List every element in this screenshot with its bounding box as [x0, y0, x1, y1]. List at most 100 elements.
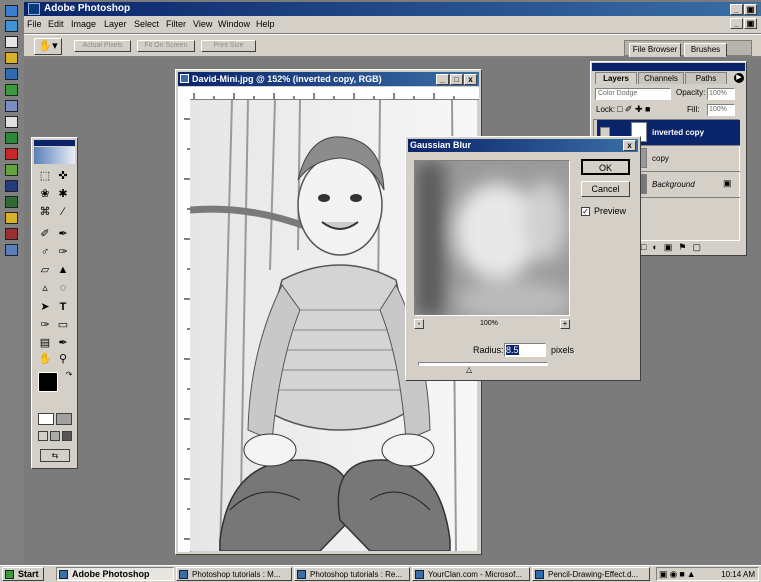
tray-icons[interactable]: ▣◉■▲: [659, 569, 698, 579]
quickmask-mode-icon[interactable]: [56, 413, 72, 425]
actual-pixels-button[interactable]: Actual Pixels: [74, 40, 131, 52]
minimize-button[interactable]: _: [730, 4, 743, 15]
menu-image[interactable]: Image: [71, 19, 96, 29]
tool-preset-picker[interactable]: ✋▾: [34, 38, 62, 55]
gaussian-blur-title-bar: Gaussian Blur x: [408, 139, 638, 152]
zoom-out-button[interactable]: -: [414, 319, 424, 329]
task-photoshop[interactable]: Adobe Photoshop: [56, 567, 174, 581]
fit-on-screen-button[interactable]: Fit On Screen: [137, 40, 195, 52]
history-brush-icon[interactable]: ✑: [56, 245, 70, 259]
task-tutorials-1[interactable]: Photoshop tutorials : M...: [176, 567, 292, 581]
blur-preview[interactable]: [414, 160, 570, 316]
publisher-icon[interactable]: [5, 132, 18, 144]
radius-slider-track[interactable]: [418, 362, 548, 366]
tab-channels[interactable]: Channels: [638, 72, 684, 84]
slice-tool-icon[interactable]: ∕: [56, 205, 70, 219]
menu-edit[interactable]: Edit: [48, 19, 64, 29]
fill-field[interactable]: 100%: [707, 104, 735, 116]
tab-file-browser[interactable]: File Browser: [629, 43, 681, 57]
radius-unit: pixels: [551, 345, 575, 355]
healing-brush-icon[interactable]: ✐: [38, 227, 52, 241]
foreground-color-swatch[interactable]: [38, 372, 58, 392]
tab-layers[interactable]: Layers: [595, 72, 637, 84]
opacity-field[interactable]: 100%: [707, 88, 735, 100]
tab-brushes[interactable]: Brushes: [684, 43, 727, 57]
brush-tool-icon[interactable]: ✒: [56, 227, 70, 241]
pencil-icon[interactable]: [5, 228, 18, 240]
cancel-button[interactable]: Cancel: [581, 181, 630, 197]
preview-zoom-label: 100%: [480, 320, 498, 327]
screen-mode-3-icon[interactable]: [62, 431, 72, 441]
eyedropper-icon[interactable]: ✒: [56, 336, 70, 350]
preview-checkbox[interactable]: ✓: [581, 207, 590, 216]
app-title-bar: Adobe Photoshop _ ▣: [24, 2, 761, 16]
menu-layer[interactable]: Layer: [104, 19, 127, 29]
marquee-tool-icon[interactable]: ⬚: [38, 169, 52, 183]
dodge-tool-icon[interactable]: ◌: [56, 281, 70, 295]
standard-mode-icon[interactable]: [38, 413, 54, 425]
menu-view[interactable]: View: [193, 19, 212, 29]
excel-icon[interactable]: [5, 84, 18, 96]
zoom-tool-icon[interactable]: ⚲: [56, 352, 70, 366]
network-icon[interactable]: [5, 100, 18, 112]
acrobat-icon[interactable]: [5, 148, 18, 160]
app-icon[interactable]: [5, 36, 18, 48]
app2-icon[interactable]: [5, 196, 18, 208]
ok-button[interactable]: OK: [581, 159, 630, 175]
radius-input[interactable]: 8.5: [504, 343, 546, 357]
task-label: Adobe Photoshop: [72, 569, 150, 579]
clone-stamp-icon[interactable]: ♂: [38, 245, 52, 259]
doc-close-button[interactable]: x: [464, 74, 477, 85]
restore-button[interactable]: ▣: [744, 4, 757, 15]
blend-mode-select[interactable]: Color Dodge: [595, 88, 671, 100]
jump-to-imageready-icon[interactable]: ⇆: [40, 449, 70, 462]
crop-tool-icon[interactable]: ⌘: [38, 205, 52, 219]
outlook-icon[interactable]: [5, 116, 18, 128]
doc-maximize-button[interactable]: □: [450, 74, 463, 85]
folder-icon[interactable]: [5, 52, 18, 64]
task-yourclan[interactable]: YourClan.com - Microsof...: [412, 567, 530, 581]
menu-filter[interactable]: Filter: [166, 19, 186, 29]
paint-bucket-icon[interactable]: ▲: [56, 263, 70, 277]
eraser-tool-icon[interactable]: ▱: [38, 263, 52, 277]
menu-help[interactable]: Help: [256, 19, 275, 29]
palette-menu-icon[interactable]: ▶: [734, 73, 744, 83]
word-icon[interactable]: [5, 68, 18, 80]
menu-file[interactable]: File: [27, 19, 42, 29]
move-tool-icon[interactable]: ✜: [56, 169, 70, 183]
tab-paths[interactable]: Paths: [685, 72, 727, 84]
photoshop-shortcut-icon[interactable]: [5, 180, 18, 192]
globe-icon[interactable]: [5, 20, 18, 32]
adobe-online-icon[interactable]: [34, 147, 75, 164]
pen-tool-icon[interactable]: ✑: [38, 318, 52, 332]
ie-icon[interactable]: [5, 5, 18, 17]
type-tool-icon[interactable]: T: [56, 300, 70, 314]
dialog-close-button[interactable]: x: [623, 140, 636, 151]
screen-mode-1-icon[interactable]: [38, 431, 48, 441]
lock-icons[interactable]: □ ✐ ✚ ■: [617, 104, 650, 115]
lasso-tool-icon[interactable]: ❀: [38, 187, 52, 201]
swap-colors-icon[interactable]: ↷: [62, 368, 76, 382]
doc-restore-button[interactable]: ▣: [744, 18, 757, 29]
screen-mode-2-icon[interactable]: [50, 431, 60, 441]
zoom-in-button[interactable]: +: [560, 319, 570, 329]
doc-minimize-button[interactable]: _: [436, 74, 449, 85]
start-button[interactable]: Start: [2, 567, 44, 581]
path-selection-icon[interactable]: ➤: [38, 300, 52, 314]
messenger-icon[interactable]: [5, 164, 18, 176]
shape-tool-icon[interactable]: ▭: [56, 318, 70, 332]
users-icon[interactable]: [5, 212, 18, 224]
task-pencil-drawing[interactable]: Pencil-Drawing-Effect.d...: [532, 567, 650, 581]
doc-minimize-button[interactable]: _: [730, 18, 743, 29]
print-size-button[interactable]: Print Size: [201, 40, 256, 52]
notes-tool-icon[interactable]: ▤: [38, 336, 52, 350]
document-icon[interactable]: [5, 244, 18, 256]
hand-tool-icon[interactable]: ✋: [38, 352, 52, 366]
magic-wand-tool-icon[interactable]: ✱: [56, 187, 70, 201]
task-tutorials-2[interactable]: Photoshop tutorials : Re...: [294, 567, 410, 581]
menu-window[interactable]: Window: [218, 19, 250, 29]
layers-bottom-buttons[interactable]: □◐▣⚑▢: [641, 242, 707, 253]
blur-tool-icon[interactable]: ▵: [38, 281, 52, 295]
radius-slider-handle[interactable]: △: [466, 366, 472, 374]
menu-select[interactable]: Select: [134, 19, 159, 29]
